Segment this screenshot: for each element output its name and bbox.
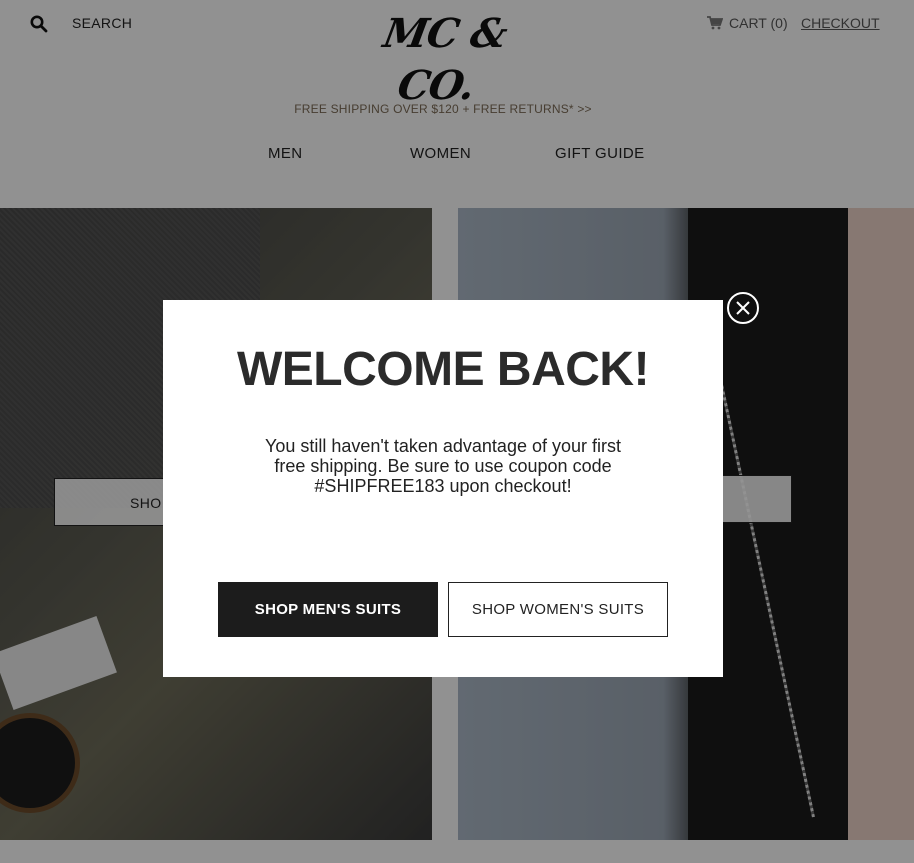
close-modal-button[interactable] xyxy=(727,292,759,324)
modal-title: WELCOME BACK! xyxy=(236,343,650,396)
shop-mens-suits-button[interactable]: SHOP MEN'S SUITS xyxy=(218,582,438,637)
welcome-modal: WELCOME BACK! You still haven't taken ad… xyxy=(163,300,723,677)
close-icon xyxy=(736,301,750,315)
shop-womens-suits-button[interactable]: SHOP WOMEN'S SUITS xyxy=(448,582,668,637)
modal-message: You still haven't taken advantage of you… xyxy=(233,436,653,496)
modal-message-line: free shipping. Be sure to use coupon cod… xyxy=(274,456,612,476)
modal-message-line: You still haven't taken advantage of you… xyxy=(265,436,621,456)
modal-message-line: #SHIPFREE183 upon checkout! xyxy=(314,476,572,496)
